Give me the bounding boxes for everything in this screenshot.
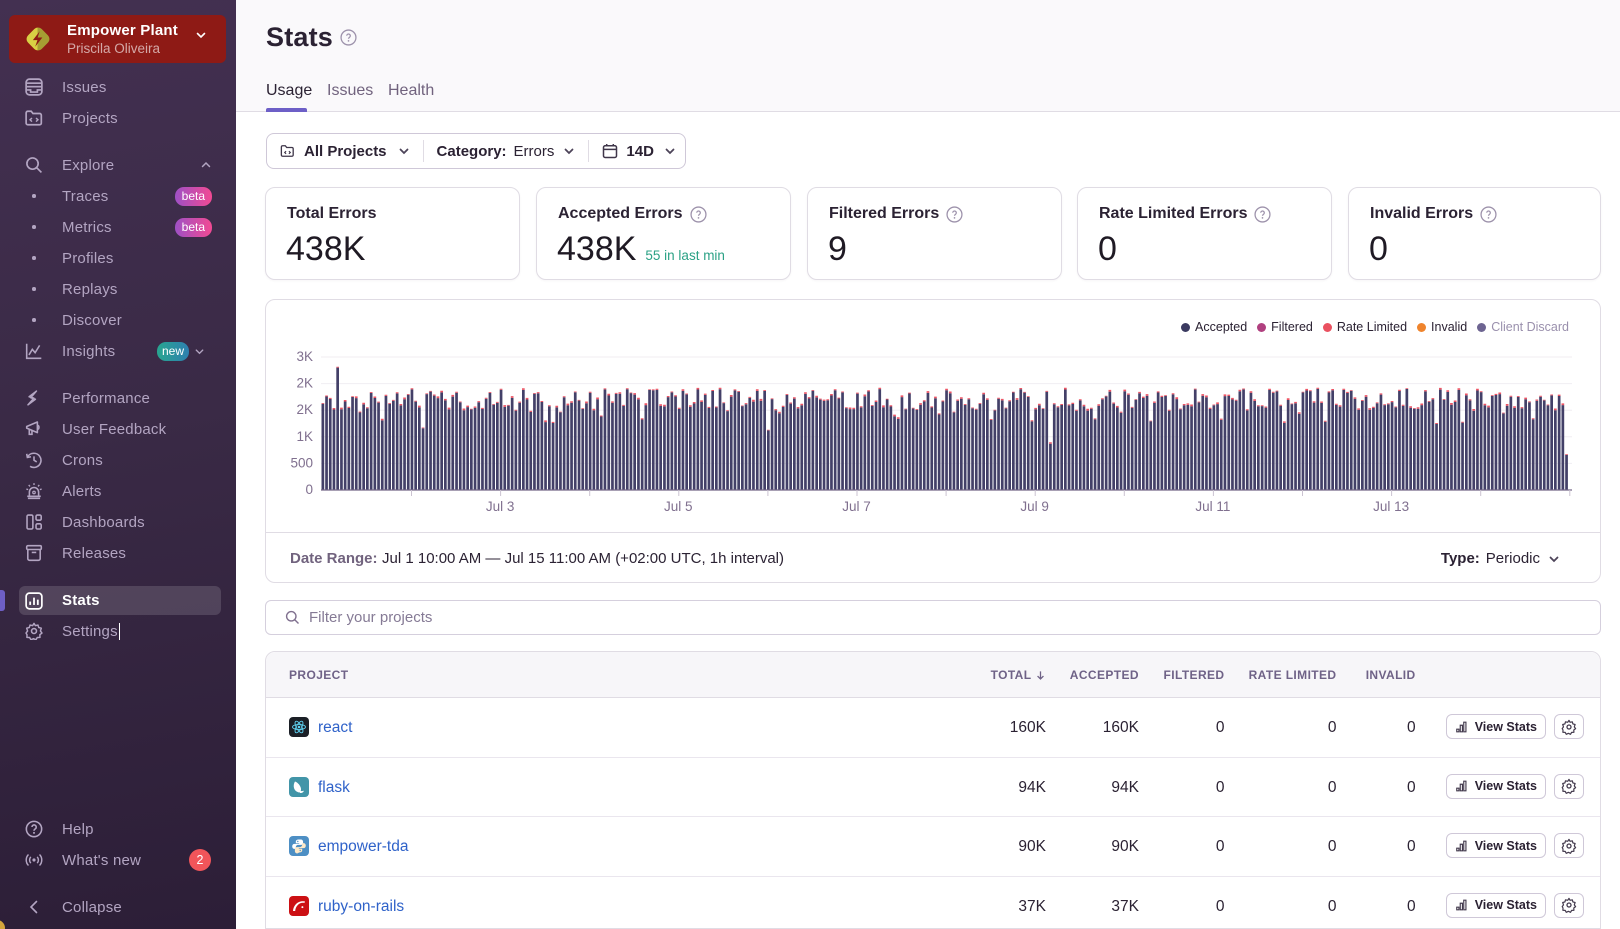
svg-text:2K: 2K (296, 402, 313, 417)
svg-text:Jul 11: Jul 11 (1195, 499, 1230, 514)
svg-text:Jul 9: Jul 9 (1020, 499, 1049, 514)
svg-text:1K: 1K (296, 429, 313, 444)
svg-text:0: 0 (305, 482, 313, 497)
svg-text:3K: 3K (296, 349, 313, 364)
svg-text:Jul 13: Jul 13 (1373, 499, 1409, 514)
svg-text:2K: 2K (296, 376, 313, 391)
svg-text:Jul 3: Jul 3 (486, 499, 515, 514)
svg-text:Jul 7: Jul 7 (842, 499, 871, 514)
svg-text:500: 500 (290, 455, 313, 470)
svg-text:Jul 5: Jul 5 (664, 499, 693, 514)
